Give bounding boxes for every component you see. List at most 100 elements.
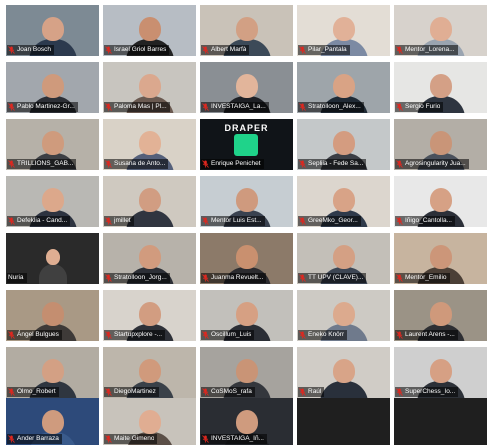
video-tile[interactable]: Sergio Furio: [394, 62, 487, 113]
participant-nameplate: Oscillum_Luis: [201, 330, 255, 340]
video-tile[interactable]: CoSMoS_rafa: [200, 347, 293, 398]
video-tile[interactable]: Pablo Martinez-Gr...: [6, 62, 99, 113]
video-tile[interactable]: TRILLIONS_GAB...: [6, 119, 99, 170]
participant-nameplate: Mentor_Emilio: [395, 273, 450, 283]
microphone-muted-icon: [299, 160, 306, 168]
participant-silhouette-head: [138, 188, 161, 212]
video-tile[interactable]: Ander Barraza: [6, 398, 99, 445]
participant-nameplate: Eneko Knörr: [298, 330, 348, 340]
video-tile[interactable]: Stratolloon_Jorg...: [103, 233, 196, 284]
participant-name: Ander Barraza: [17, 435, 59, 442]
video-tile[interactable]: SuperChess_Io...: [394, 347, 487, 398]
video-tile[interactable]: Juanma Revuelt...: [200, 233, 293, 284]
video-tile[interactable]: Raúl: [297, 347, 390, 398]
participant-silhouette-head: [235, 245, 258, 269]
participant-silhouette-head: [138, 245, 161, 269]
participant-silhouette-head: [429, 245, 452, 269]
video-tile[interactable]: GreeMko_Geor...: [297, 176, 390, 227]
microphone-muted-icon: [299, 331, 306, 339]
video-tile[interactable]: Startupxplore -...: [103, 290, 196, 341]
video-tile[interactable]: Susana de Anto...: [103, 119, 196, 170]
video-tile[interactable]: INVESTAIGA_La...: [200, 62, 293, 113]
participant-name: Raúl: [308, 388, 322, 395]
video-tile[interactable]: Mentor_Emilio: [394, 233, 487, 284]
video-tile[interactable]: INVESTAIGA_Iñ...: [200, 398, 293, 445]
video-tile[interactable]: Ángel Bulgues: [6, 290, 99, 341]
video-tile[interactable]: Stratolloon_Alex...: [297, 62, 390, 113]
participant-nameplate: Mentor_Lorena...: [395, 45, 458, 55]
video-tile[interactable]: DiegoMartinez: [103, 347, 196, 398]
participant-silhouette-head: [429, 74, 452, 98]
video-tile-empty[interactable]: [297, 398, 390, 445]
participant-silhouette-head: [41, 74, 64, 98]
participant-nameplate: Olmo_Robert: [7, 387, 59, 397]
participant-name: Susana de Anto...: [114, 160, 166, 167]
participant-silhouette-head: [429, 359, 452, 383]
participant-silhouette-head: [332, 359, 355, 383]
video-tile[interactable]: Nuria: [6, 233, 99, 284]
participant-nameplate: Ander Barraza: [7, 434, 62, 444]
participant-nameplate: Defeklia - Cand...: [7, 216, 71, 226]
participant-silhouette-head: [41, 17, 64, 41]
participant-name: Sepliia - Fede Sa...: [308, 160, 364, 167]
participant-name: Nuria: [8, 274, 24, 281]
participant-nameplate: Joan Bosch: [7, 45, 54, 55]
microphone-muted-icon: [105, 217, 112, 225]
video-tile[interactable]: Mentor Luis Est...: [200, 176, 293, 227]
participant-name: INVESTAIGA_La...: [211, 103, 266, 110]
video-tile[interactable]: Paloma Mas | Pl...: [103, 62, 196, 113]
participant-nameplate: Paloma Mas | Pl...: [104, 102, 170, 112]
video-tile[interactable]: Israel Griol Barres: [103, 5, 196, 56]
video-tile[interactable]: Defeklia - Cand...: [6, 176, 99, 227]
participant-nameplate: SuperChess_Io...: [395, 387, 459, 397]
video-tile-empty[interactable]: [394, 398, 487, 445]
participant-silhouette-head: [332, 188, 355, 212]
microphone-muted-icon: [299, 274, 306, 282]
video-tile[interactable]: Agrosingularity Jua...: [394, 119, 487, 170]
participant-nameplate: Stratolloon_Alex...: [298, 102, 364, 112]
video-tile[interactable]: Pilar_Pantala: [297, 5, 390, 56]
microphone-muted-icon: [299, 217, 306, 225]
participant-nameplate: Enrique Penichet: [201, 159, 264, 169]
video-tile[interactable]: DRAPER Enrique Penichet: [200, 119, 293, 170]
video-tile[interactable]: Laurent Arens -...: [394, 290, 487, 341]
video-tile[interactable]: jmillet: [103, 176, 196, 227]
participant-name: Stratolloon_Alex...: [308, 103, 361, 110]
microphone-muted-icon: [396, 331, 403, 339]
participant-name: SuperChess_Io...: [405, 388, 456, 395]
participant-silhouette-head: [332, 245, 355, 269]
participant-nameplate: INVESTAIGA_La...: [201, 102, 269, 112]
participant-nameplate: Raúl: [298, 387, 325, 397]
participant-name: Juanma Revuelt...: [211, 274, 264, 281]
video-tile[interactable]: Oscillum_Luis: [200, 290, 293, 341]
participant-name: Mentor Luis Est...: [211, 217, 262, 224]
participant-silhouette-head: [429, 17, 452, 41]
microphone-muted-icon: [202, 103, 209, 111]
participant-silhouette-head: [41, 359, 64, 383]
participant-nameplate: Pilar_Pantala: [298, 45, 350, 55]
video-tile[interactable]: Eneko Knörr: [297, 290, 390, 341]
participant-silhouette-head: [332, 131, 355, 155]
participant-name: Oscillum_Luis: [211, 331, 252, 338]
video-tile[interactable]: Iñigo_Cantolla...: [394, 176, 487, 227]
participant-nameplate: Sepliia - Fede Sa...: [298, 159, 367, 169]
video-tile[interactable]: Maite Gimeno: [103, 398, 196, 445]
video-tile[interactable]: Albert Marfà: [200, 5, 293, 56]
participant-name: Stratolloon_Jorg...: [114, 274, 167, 281]
participant-name: Ángel Bulgues: [17, 331, 59, 338]
video-tile[interactable]: Sepliia - Fede Sa...: [297, 119, 390, 170]
participant-nameplate: Susana de Anto...: [104, 159, 169, 169]
participant-name: Pilar_Pantala: [308, 46, 347, 53]
video-tile[interactable]: TT UPV (CLAVE)...: [297, 233, 390, 284]
video-tile[interactable]: Olmo_Robert: [6, 347, 99, 398]
participant-name: TT UPV (CLAVE)...: [308, 274, 364, 281]
video-tile[interactable]: Mentor_Lorena...: [394, 5, 487, 56]
participant-silhouette-head: [235, 302, 258, 326]
participant-name: Pablo Martinez-Gr...: [17, 103, 75, 110]
draper-logo-word: DRAPER: [224, 123, 269, 133]
microphone-muted-icon: [105, 331, 112, 339]
participant-silhouette-head: [429, 188, 452, 212]
video-tile[interactable]: Joan Bosch: [6, 5, 99, 56]
participant-nameplate: Maite Gimeno: [104, 434, 158, 444]
participant-silhouette-head: [235, 410, 258, 434]
